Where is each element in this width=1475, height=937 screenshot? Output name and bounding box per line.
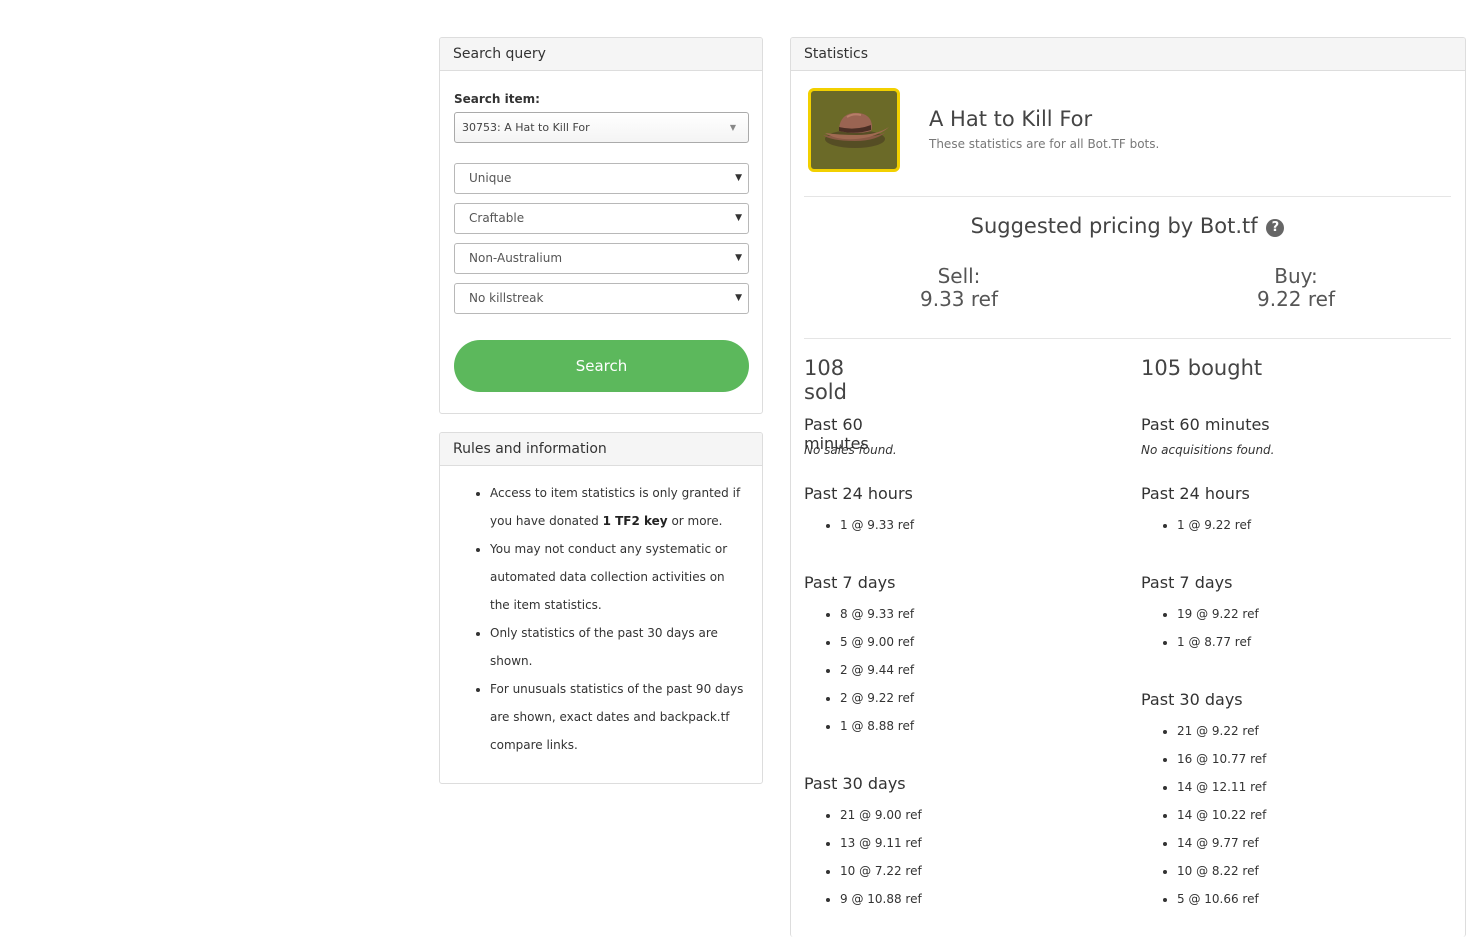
craftable-value: Craftable: [469, 211, 525, 225]
killstreak-select[interactable]: No killstreak ▼: [454, 283, 749, 314]
divider: [804, 338, 1451, 339]
suggested-pricing-title: Suggested pricing by Bot.tf ?: [804, 214, 1451, 238]
no-acquisitions-text: No acquisitions found.: [1141, 443, 1275, 457]
search-item-select[interactable]: 30753: A Hat to Kill For ▼: [454, 112, 749, 143]
bought-past-30-title: Past 30 days: [1141, 690, 1243, 709]
statistics-panel: Statistics A Hat to Kill For These stati…: [790, 37, 1466, 937]
buy-value: 9.22 ref: [1256, 287, 1336, 311]
sold-past-30-title: Past 30 days: [804, 774, 906, 793]
bought-past-7-title: Past 7 days: [1141, 573, 1233, 592]
rule-item: You may not conduct any systematic or au…: [490, 535, 746, 619]
craftable-select[interactable]: Craftable ▼: [454, 203, 749, 234]
list-item: 5 @ 10.66 ref: [1177, 885, 1266, 913]
bought-past-24-title: Past 24 hours: [1141, 484, 1250, 503]
no-sales-text: No sales found.: [804, 443, 897, 457]
item-header: A Hat to Kill For These statistics are f…: [807, 87, 1452, 197]
sell-value: 9.33 ref: [919, 287, 999, 311]
item-subtitle: These statistics are for all Bot.TF bots…: [929, 137, 1160, 151]
sold-past-30-list: 21 @ 9.00 ref 13 @ 9.11 ref 10 @ 7.22 re…: [804, 801, 922, 913]
list-item: 2 @ 9.22 ref: [840, 684, 914, 712]
caret-down-icon: ▼: [735, 253, 742, 263]
list-item: 21 @ 9.00 ref: [840, 801, 922, 829]
search-query-panel: Search query Search item: 30753: A Hat t…: [439, 37, 763, 414]
bought-past-60-title: Past 60 minutes: [1141, 415, 1270, 434]
rules-panel: Rules and information Access to item sta…: [439, 432, 763, 784]
list-item: 9 @ 10.88 ref: [840, 885, 922, 913]
list-item: 13 @ 9.11 ref: [840, 829, 922, 857]
bought-past-30-list: 21 @ 9.22 ref 16 @ 10.77 ref 14 @ 12.11 …: [1141, 717, 1266, 913]
divider: [804, 196, 1451, 197]
list-item: 16 @ 10.77 ref: [1177, 745, 1266, 773]
quality-value: Unique: [469, 171, 512, 185]
list-item: 19 @ 9.22 ref: [1177, 600, 1259, 628]
rules-panel-title: Rules and information: [440, 433, 762, 466]
rule-item: For unusuals statistics of the past 90 d…: [490, 675, 746, 759]
buy-price: Buy: 9.22 ref: [1196, 265, 1396, 311]
caret-down-icon: ▼: [735, 173, 742, 183]
sold-past-7-title: Past 7 days: [804, 573, 896, 592]
list-item: 1 @ 9.33 ref: [840, 511, 914, 539]
list-item: 1 @ 9.22 ref: [1177, 511, 1251, 539]
search-panel-title: Search query: [440, 38, 762, 71]
rule-text: or more.: [667, 514, 723, 528]
list-item: 10 @ 8.22 ref: [1177, 857, 1266, 885]
hat-item-icon: [808, 88, 900, 172]
bought-count: 105 bought: [1141, 356, 1263, 380]
australium-select[interactable]: Non-Australium ▼: [454, 243, 749, 274]
rule-key-requirement: 1 TF2 key: [602, 514, 668, 528]
rules-list: Access to item statistics is only grante…: [440, 466, 762, 759]
killstreak-value: No killstreak: [469, 291, 544, 305]
list-item: 1 @ 8.88 ref: [840, 712, 914, 740]
question-circle-icon[interactable]: ?: [1266, 219, 1285, 237]
search-button[interactable]: Search: [454, 340, 749, 392]
caret-down-icon: ▼: [735, 213, 742, 223]
list-item: 14 @ 12.11 ref: [1177, 773, 1266, 801]
list-item: 10 @ 7.22 ref: [840, 857, 922, 885]
sell-label: Sell:: [937, 264, 981, 288]
search-item-value: 30753: A Hat to Kill For: [462, 121, 590, 134]
bought-past-7-list: 19 @ 9.22 ref 1 @ 8.77 ref: [1141, 600, 1259, 656]
list-item: 14 @ 9.77 ref: [1177, 829, 1266, 857]
sold-past-24-title: Past 24 hours: [804, 484, 913, 503]
list-item: 1 @ 8.77 ref: [1177, 628, 1259, 656]
sold-past-7-list: 8 @ 9.33 ref 5 @ 9.00 ref 2 @ 9.44 ref 2…: [804, 600, 914, 740]
search-item-label: Search item:: [454, 92, 540, 106]
sold-past-24-list: 1 @ 9.33 ref: [804, 511, 914, 539]
list-item: 5 @ 9.00 ref: [840, 628, 914, 656]
sell-price: Sell: 9.33 ref: [859, 265, 1059, 311]
list-item: 21 @ 9.22 ref: [1177, 717, 1266, 745]
suggested-pricing-text: Suggested pricing by Bot.tf: [970, 214, 1258, 238]
caret-down-icon: ▼: [735, 293, 742, 303]
list-item: 14 @ 10.22 ref: [1177, 801, 1266, 829]
statistics-panel-title: Statistics: [791, 38, 1465, 71]
quality-select[interactable]: Unique ▼: [454, 163, 749, 194]
buy-label: Buy:: [1274, 264, 1318, 288]
australium-value: Non-Australium: [469, 251, 563, 265]
rule-item: Access to item statistics is only grante…: [490, 479, 746, 535]
caret-down-icon: ▼: [729, 123, 736, 132]
rule-item: Only statistics of the past 30 days are …: [490, 619, 746, 675]
list-item: 8 @ 9.33 ref: [840, 600, 914, 628]
sold-count: 108 sold: [804, 356, 847, 404]
item-name: A Hat to Kill For: [929, 107, 1093, 131]
bought-past-24-list: 1 @ 9.22 ref: [1141, 511, 1251, 539]
list-item: 2 @ 9.44 ref: [840, 656, 914, 684]
